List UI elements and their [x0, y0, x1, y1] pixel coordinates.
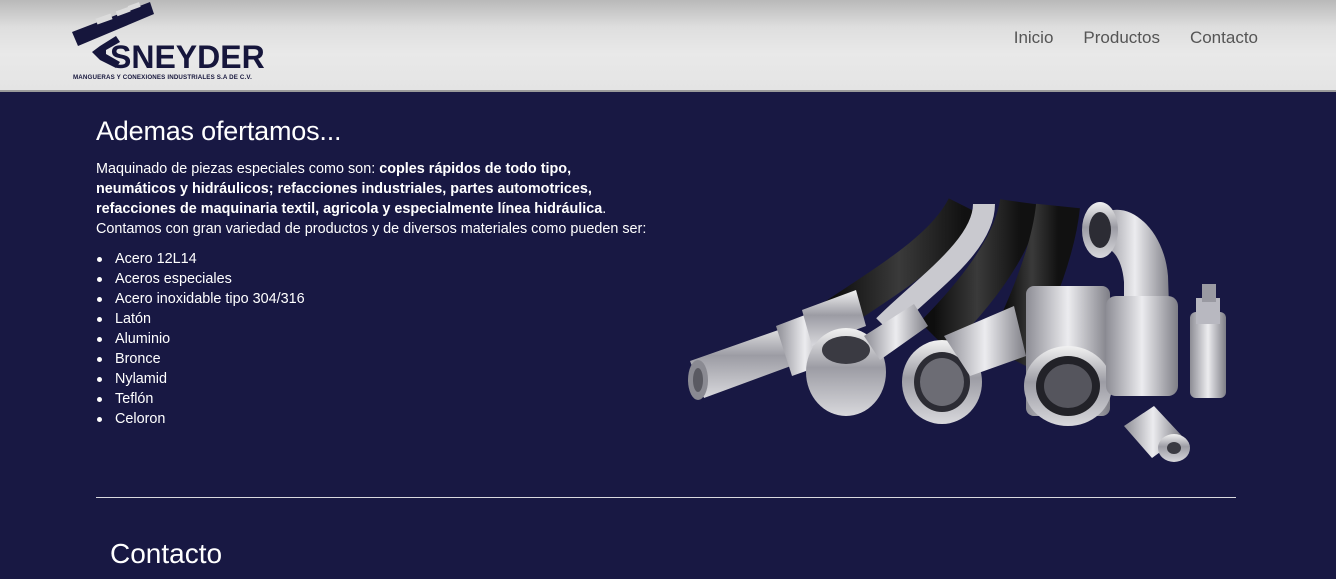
list-item: Celoron — [96, 409, 305, 429]
main-nav: Inicio Productos Contacto — [1014, 28, 1258, 48]
nav-contacto[interactable]: Contacto — [1190, 28, 1258, 48]
description-intro: Maquinado de piezas especiales como son: — [96, 161, 380, 177]
section-divider — [96, 497, 1236, 498]
logo-wordmark: SNEYDER — [110, 39, 265, 75]
list-item: Acero inoxidable tipo 304/316 — [96, 289, 305, 309]
section-description: Maquinado de piezas especiales como son:… — [96, 159, 648, 239]
contact-title: Contacto — [110, 538, 223, 569]
materials-list: Acero 12L14 Aceros especiales Acero inox… — [96, 249, 305, 429]
list-item: Aluminio — [96, 329, 305, 349]
nav-productos[interactable]: Productos — [1083, 28, 1160, 48]
logo-tagline: MANGUERAS Y CONEXIONES INDUSTRIALES S.A … — [73, 74, 252, 81]
list-item: Teflón — [96, 389, 305, 409]
hose-fittings-image — [688, 197, 1226, 462]
list-item: Aceros especiales — [96, 269, 305, 289]
list-item: Bronce — [96, 349, 305, 369]
section-title: Ademas ofertamos... — [96, 116, 342, 146]
list-item: Nylamid — [96, 369, 305, 389]
list-item: Latón — [96, 309, 305, 329]
nav-inicio[interactable]: Inicio — [1014, 28, 1054, 48]
site-header: SNEYDER MANGUERAS Y CONEXIONES INDUSTRIA… — [0, 0, 1336, 92]
list-item: Acero 12L14 — [96, 249, 305, 269]
